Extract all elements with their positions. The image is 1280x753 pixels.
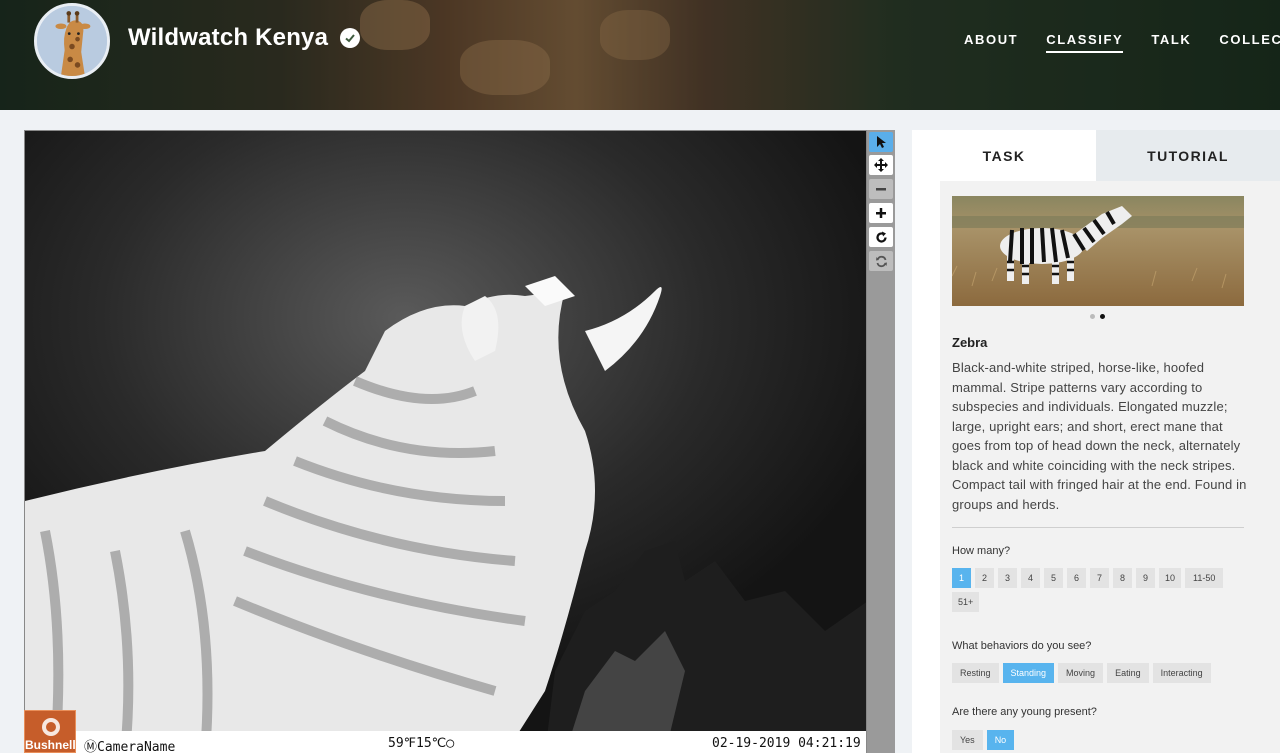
- how-many-option-10[interactable]: 10: [1159, 568, 1182, 588]
- zoom-out-icon: [876, 188, 886, 191]
- young-no[interactable]: No: [986, 730, 1015, 750]
- carousel-dot[interactable]: [1090, 314, 1095, 319]
- how-many-options: 1 2 3 4 5 6 7 8 9 10 11-50 51+: [952, 568, 1248, 612]
- project-nav: ABOUT CLASSIFY TALK COLLECT: [964, 32, 1280, 53]
- rotate-icon: [875, 231, 887, 243]
- camera-datetime: 02-19-2019 04:21:19: [712, 736, 861, 751]
- task-panel: TASK TUTORIAL Zebra Black-and-white stri…: [912, 130, 1280, 753]
- how-many-option-11-50[interactable]: 11-50: [1185, 568, 1224, 588]
- bushnell-logo-icon: [42, 718, 60, 736]
- camera-name: ⓂCameraName: [84, 740, 176, 753]
- reset-view-button[interactable]: [869, 251, 893, 271]
- question-young-present: Are there any young present?: [952, 706, 1097, 718]
- giraffe-avatar-icon: [37, 6, 107, 76]
- how-many-option-2[interactable]: 2: [975, 568, 994, 588]
- rotate-button[interactable]: [869, 227, 893, 247]
- section-divider: [952, 527, 1244, 528]
- behavior-options: Resting Standing Moving Eating Interacti…: [952, 663, 1248, 683]
- young-present-options: Yes No: [952, 730, 1248, 750]
- how-many-option-7[interactable]: 7: [1090, 568, 1109, 588]
- zebra-example-photo: [952, 196, 1244, 306]
- zoom-in-icon: [876, 208, 886, 218]
- project-name[interactable]: Wildwatch Kenya: [128, 24, 328, 52]
- camera-temperature: 59℉15℃◯: [388, 736, 455, 751]
- camera-brand-text: Bushnell: [25, 738, 76, 752]
- subject-image-viewer[interactable]: [24, 130, 867, 753]
- nav-classify[interactable]: CLASSIFY: [1046, 32, 1124, 53]
- pointer-tool-button[interactable]: [869, 132, 893, 152]
- behavior-resting[interactable]: Resting: [952, 663, 999, 683]
- project-avatar[interactable]: [34, 3, 110, 79]
- project-header: Wildwatch Kenya ABOUT CLASSIFY TALK COLL…: [0, 0, 1280, 110]
- camera-trap-photo: [25, 131, 866, 752]
- how-many-option-5[interactable]: 5: [1044, 568, 1063, 588]
- how-many-option-9[interactable]: 9: [1136, 568, 1155, 588]
- nav-about[interactable]: ABOUT: [964, 32, 1018, 53]
- question-how-many: How many?: [952, 545, 1011, 557]
- tab-task[interactable]: TASK: [912, 130, 1096, 181]
- species-name: Zebra: [952, 335, 988, 350]
- behavior-standing[interactable]: Standing: [1002, 663, 1055, 683]
- how-many-option-51-plus[interactable]: 51+: [952, 592, 980, 612]
- zoom-in-button[interactable]: [869, 203, 893, 223]
- behavior-moving[interactable]: Moving: [1058, 663, 1104, 683]
- how-many-option-6[interactable]: 6: [1067, 568, 1086, 588]
- move-tool-button[interactable]: [869, 155, 893, 175]
- how-many-option-1[interactable]: 1: [952, 568, 971, 588]
- young-yes[interactable]: Yes: [952, 730, 983, 750]
- zoom-out-button[interactable]: [869, 179, 893, 199]
- how-many-option-8[interactable]: 8: [1113, 568, 1132, 588]
- question-behaviors: What behaviors do you see?: [952, 640, 1092, 652]
- how-many-option-3[interactable]: 3: [998, 568, 1017, 588]
- panel-tabs: TASK TUTORIAL: [912, 130, 1280, 181]
- verified-badge-icon: [340, 28, 361, 48]
- how-many-option-4[interactable]: 4: [1021, 568, 1040, 588]
- pointer-icon: [877, 136, 886, 148]
- image-carousel-dots: [1090, 314, 1105, 319]
- reset-icon: [875, 255, 887, 267]
- project-title[interactable]: Wildwatch Kenya: [128, 24, 361, 52]
- species-detail: Zebra Black-and-white striped, horse-lik…: [940, 181, 1280, 753]
- carousel-dot-active[interactable]: [1100, 314, 1105, 319]
- move-icon: [874, 158, 888, 172]
- camera-brand-logo: Bushnell: [24, 710, 76, 753]
- nav-talk[interactable]: TALK: [1151, 32, 1191, 53]
- behavior-eating[interactable]: Eating: [1107, 663, 1149, 683]
- tab-tutorial[interactable]: TUTORIAL: [1096, 130, 1280, 181]
- image-toolbar: [867, 130, 895, 753]
- nav-collect[interactable]: COLLECT: [1219, 32, 1280, 53]
- species-description: Black-and-white striped, horse-like, hoo…: [952, 360, 1247, 512]
- species-example-image: [952, 196, 1244, 306]
- behavior-interacting[interactable]: Interacting: [1152, 663, 1211, 683]
